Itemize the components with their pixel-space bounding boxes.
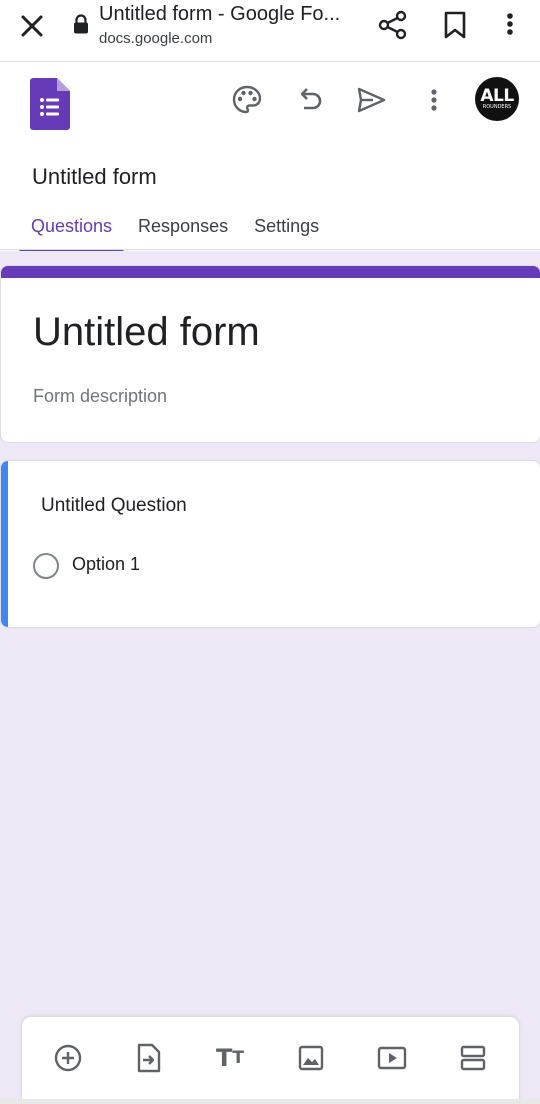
form-title-card[interactable]: Untitled form Form description [0,265,540,443]
avatar[interactable]: ALL ROUNDERS [475,77,519,121]
form-title[interactable]: Untitled form [33,310,260,355]
question-title[interactable]: Untitled Question [41,495,187,517]
radio-button[interactable] [33,553,59,579]
forms-header: ALL ROUNDERS Untitled form Questions Res… [0,62,540,254]
tab-questions[interactable]: Questions [18,206,126,254]
form-name[interactable]: Untitled form [32,164,157,190]
form-description-field[interactable]: Form description [33,386,167,407]
avatar-text: ALL [480,86,514,106]
tab-bar: Questions Responses Settings [18,206,332,254]
section-icon[interactable] [455,1040,491,1076]
bottom-toolbar: TT [21,1016,520,1104]
tab-responses[interactable]: Responses [125,206,241,250]
more-vert-icon[interactable] [498,8,522,42]
palette-icon[interactable] [229,82,265,118]
image-icon[interactable] [293,1040,329,1076]
active-card-indicator [1,461,8,627]
theme-accent-bar [1,266,540,278]
system-nav-bar [0,1099,540,1104]
send-icon[interactable] [353,82,389,118]
avatar-subtext: ROUNDERS [482,104,512,110]
bookmark-icon[interactable] [440,8,470,42]
text-icon[interactable]: TT [212,1040,248,1076]
video-icon[interactable] [374,1040,410,1076]
option-label[interactable]: Option 1 [72,554,140,575]
add-circle-icon[interactable] [50,1040,86,1076]
form-canvas: Untitled form Form description Untitled … [0,251,540,1104]
lock-icon [72,14,90,34]
import-questions-icon[interactable] [131,1040,167,1076]
browser-page-title[interactable]: Untitled form - Google Fo... [99,3,357,26]
share-icon[interactable] [376,8,410,42]
browser-toolbar: Untitled form - Google Fo... docs.google… [0,0,540,62]
tab-settings[interactable]: Settings [241,206,332,250]
browser-url[interactable]: docs.google.com [99,30,212,47]
more-vert-icon[interactable] [416,82,452,118]
question-card[interactable]: Untitled Question Option 1 [0,460,540,628]
close-icon[interactable] [16,10,48,42]
undo-icon[interactable] [292,82,328,118]
google-forms-logo[interactable] [30,78,70,130]
